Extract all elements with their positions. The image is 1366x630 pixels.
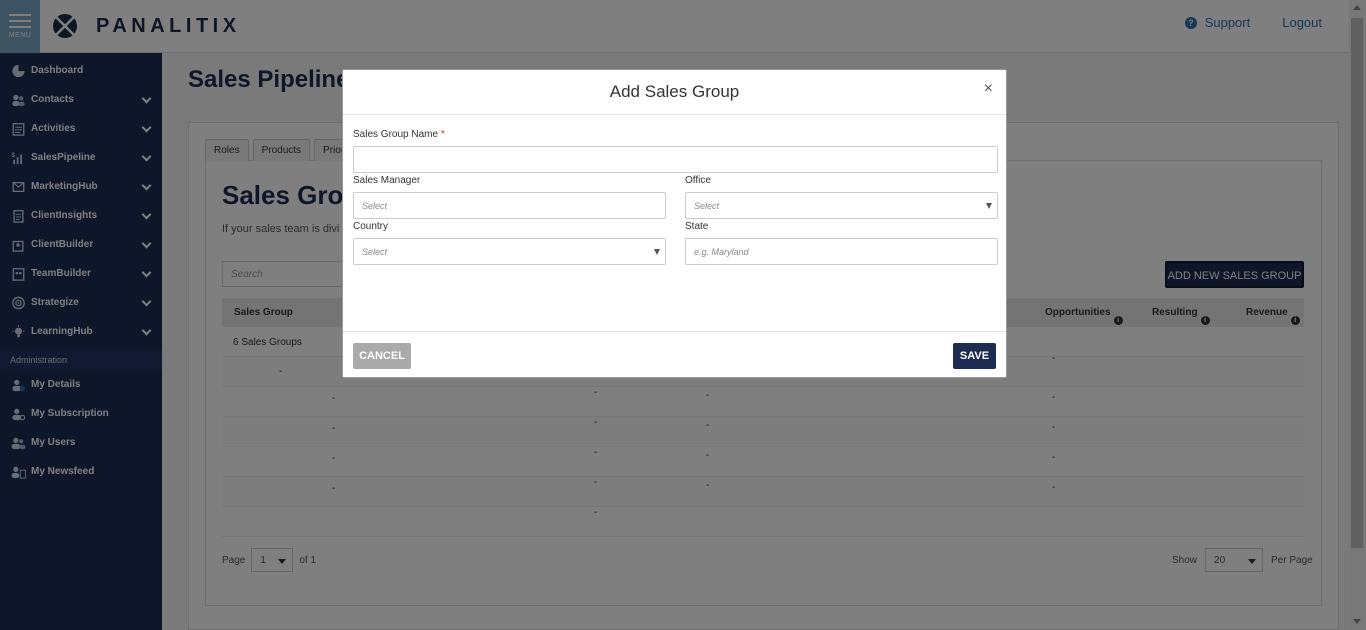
sales-group-name-input[interactable] [353, 146, 998, 173]
required-mark: * [440, 129, 445, 140]
sales-group-name-label: Sales Group Name * [353, 129, 445, 140]
sales-group-name-label-text: Sales Group Name [353, 129, 439, 140]
office-select[interactable]: Select [685, 192, 998, 219]
sales-manager-select[interactable]: Select [353, 192, 666, 219]
country-select[interactable]: Select [353, 238, 666, 265]
add-sales-group-modal: Add Sales Group × Sales Group Name * Sal… [342, 69, 1007, 378]
state-label: State [685, 221, 709, 232]
modal-header: Add Sales Group × [343, 70, 1006, 115]
state-input[interactable]: e.g. Maryland [685, 238, 998, 265]
office-label: Office [685, 175, 711, 186]
country-label: Country [353, 221, 389, 232]
modal-footer: CANCEL SAVE [343, 331, 1006, 379]
modal-title: Add Sales Group [609, 82, 740, 101]
cancel-button[interactable]: CANCEL [353, 343, 411, 369]
save-button[interactable]: SAVE [953, 343, 996, 369]
sales-manager-label: Sales Manager [353, 175, 421, 186]
close-icon[interactable]: × [984, 80, 993, 98]
